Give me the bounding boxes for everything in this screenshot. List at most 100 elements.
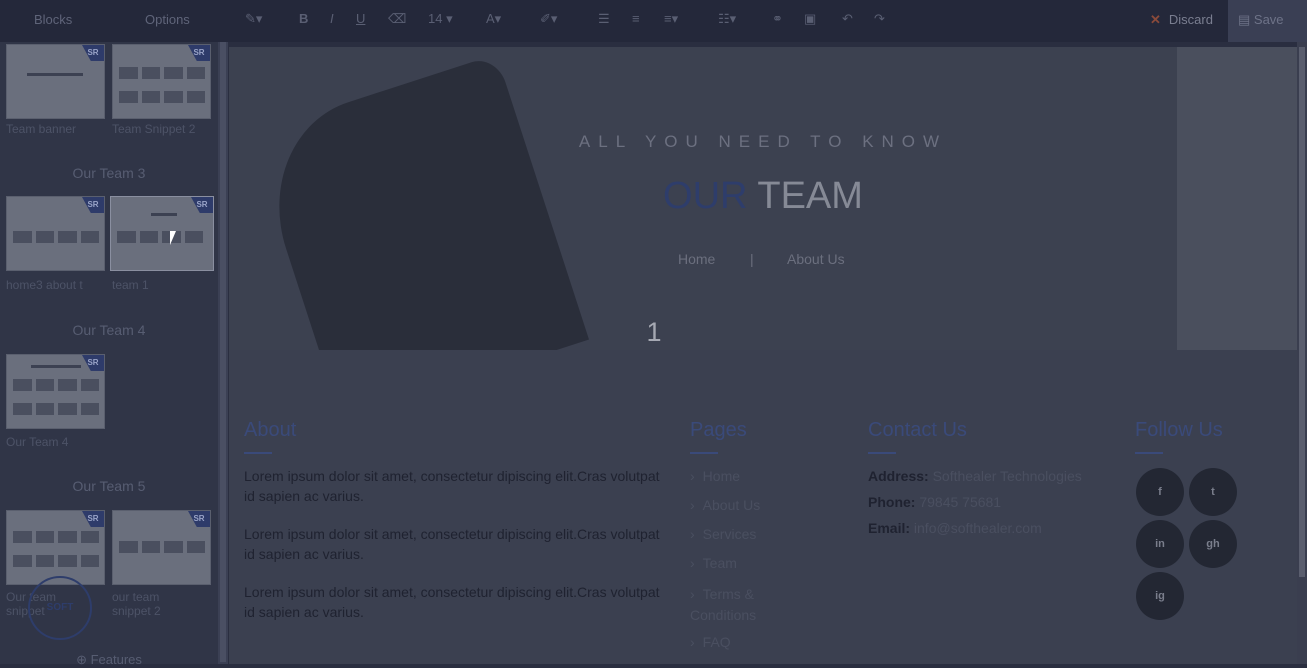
- highlight-icon[interactable]: ✐▾: [540, 11, 557, 27]
- snippet-thumbnail[interactable]: SR: [6, 354, 105, 429]
- snippet-thumbnail[interactable]: SR: [112, 510, 211, 585]
- follow-heading: Follow Us: [1135, 419, 1223, 441]
- contact-address: Address: Softhealer Technologies: [868, 468, 1082, 484]
- github-icon[interactable]: gh: [1189, 520, 1237, 568]
- thumb-row: [119, 67, 205, 79]
- banner-title: OUR TEAM: [229, 175, 1297, 218]
- scrollbar-thumb[interactable]: [1299, 47, 1305, 577]
- sr-badge: SR: [82, 355, 104, 371]
- breadcrumb-home[interactable]: Home: [678, 251, 715, 267]
- thumb-row: [117, 231, 203, 243]
- sr-badge: SR: [82, 45, 104, 61]
- font-size-select[interactable]: 14 ▾: [428, 11, 453, 27]
- thumb-line: [31, 365, 81, 368]
- tab-blocks[interactable]: Blocks: [34, 12, 72, 27]
- thumb-row: [13, 531, 99, 543]
- email-label: Email:: [868, 520, 911, 536]
- footer-link-faq[interactable]: › FAQ: [690, 634, 731, 650]
- linkedin-icon[interactable]: in: [1136, 520, 1184, 568]
- pages-heading: Pages: [690, 419, 747, 441]
- font-size-value: 14: [428, 11, 443, 26]
- footer-link-home[interactable]: › Home: [690, 468, 740, 484]
- eraser-icon[interactable]: ⌫: [388, 11, 406, 27]
- link-label: Team: [702, 555, 737, 571]
- snippet-label: team 1: [112, 278, 149, 292]
- paragraph-icon[interactable]: ☷▾: [718, 11, 736, 27]
- contact-phone: Phone: 79845 75681: [868, 494, 1001, 510]
- breadcrumb-separator: |: [750, 251, 754, 267]
- about-heading: About: [244, 419, 297, 441]
- snippet-thumbnail[interactable]: SR: [6, 510, 105, 585]
- undo-icon[interactable]: ↶: [842, 11, 853, 27]
- globe-icon: ⊕: [76, 652, 91, 667]
- snippet-label: Team Snippet 2: [112, 122, 196, 136]
- facebook-icon[interactable]: f: [1136, 468, 1184, 516]
- text-color-icon[interactable]: A▾: [486, 11, 501, 27]
- page-scrollbar[interactable]: [1297, 42, 1307, 664]
- align-icon[interactable]: ≡▾: [664, 11, 678, 27]
- address-label: Address:: [868, 468, 929, 484]
- heading-underline: [244, 452, 272, 454]
- heading-underline: [690, 452, 718, 454]
- bullet-list-icon[interactable]: ☰: [598, 11, 610, 27]
- title-rest: TEAM: [757, 175, 863, 217]
- tab-options[interactable]: Options: [145, 12, 190, 27]
- thumb-line: [151, 213, 177, 216]
- company-logo: SOFT: [28, 576, 92, 640]
- discard-button[interactable]: ✕ Discard: [1150, 12, 1213, 28]
- about-paragraph: Lorem ipsum dolor sit amet, consectetur …: [244, 584, 660, 620]
- link-label: About Us: [702, 497, 761, 513]
- bold-icon[interactable]: B: [299, 11, 308, 26]
- chevron-right-icon: ›: [690, 586, 695, 602]
- snippet-thumbnail[interactable]: SR: [6, 44, 105, 119]
- footer-section: About Lorem ipsum dolor sit amet, consec…: [229, 350, 1297, 664]
- snippet-label: our team snippet 2: [112, 590, 161, 618]
- sr-badge: SR: [188, 45, 210, 61]
- italic-icon[interactable]: I: [330, 11, 334, 26]
- footer-link-terms[interactable]: › Terms & Conditions: [690, 584, 800, 626]
- thumb-row: [13, 555, 99, 567]
- link-label: Home: [702, 468, 741, 484]
- snippet-label: home3 about t: [6, 278, 83, 292]
- save-button[interactable]: ▤ Save: [1228, 0, 1307, 42]
- about-paragraph: Lorem ipsum dolor sit amet, consectetur …: [244, 526, 660, 562]
- redo-icon[interactable]: ↷: [874, 11, 885, 27]
- save-icon: ▤: [1238, 12, 1254, 27]
- footer-link-team[interactable]: › Team: [690, 555, 737, 571]
- instagram-icon[interactable]: ig: [1136, 572, 1184, 620]
- twitter-icon[interactable]: t: [1189, 468, 1237, 516]
- numbered-list-icon[interactable]: ≡: [632, 11, 640, 26]
- underline-icon[interactable]: U: [356, 11, 365, 26]
- heading-underline: [1135, 452, 1163, 454]
- about-paragraph: Lorem ipsum dolor sit amet, consectetur …: [244, 468, 660, 504]
- footer-link-about[interactable]: › About Us: [690, 497, 760, 513]
- snippet-thumbnail[interactable]: SR: [110, 196, 214, 271]
- sr-badge: SR: [82, 511, 104, 527]
- image-icon[interactable]: ▣: [804, 11, 816, 27]
- title-highlight: OUR: [663, 175, 748, 217]
- thumb-row: [119, 91, 205, 103]
- email-value[interactable]: info@softhealer.com: [914, 520, 1042, 536]
- sidebar-scrollbar[interactable]: [218, 42, 228, 664]
- phone-value[interactable]: 79845 75681: [919, 494, 1001, 510]
- paint-brush-icon[interactable]: ✎▾: [245, 11, 262, 27]
- snippet-thumbnail[interactable]: SR: [6, 196, 105, 271]
- contact-heading: Contact Us: [868, 419, 967, 441]
- thumb-row: [119, 541, 205, 553]
- footer-link-services[interactable]: › Services: [690, 526, 756, 542]
- snippet-label: Team banner: [6, 122, 77, 136]
- team-banner[interactable]: ALL YOU NEED TO KNOW OUR TEAM Home | Abo…: [229, 47, 1297, 350]
- link-label: FAQ: [702, 634, 731, 650]
- chevron-right-icon: ›: [690, 526, 695, 542]
- blocks-sidebar: SR Team banner SR Team Snippet 2 Our Tea…: [0, 42, 218, 667]
- sr-badge: SR: [191, 197, 213, 213]
- thumb-row: [13, 403, 99, 415]
- address-value: Softhealer Technologies: [932, 468, 1082, 484]
- group-title: Our Team 4: [72, 322, 146, 338]
- scrollbar-thumb[interactable]: [220, 42, 226, 662]
- breadcrumb-current: About Us: [787, 251, 845, 267]
- snippet-thumbnail[interactable]: SR: [112, 44, 211, 119]
- slide-number: 1: [646, 317, 662, 347]
- link-icon[interactable]: ⚭: [772, 11, 783, 27]
- chevron-right-icon: ›: [690, 497, 695, 513]
